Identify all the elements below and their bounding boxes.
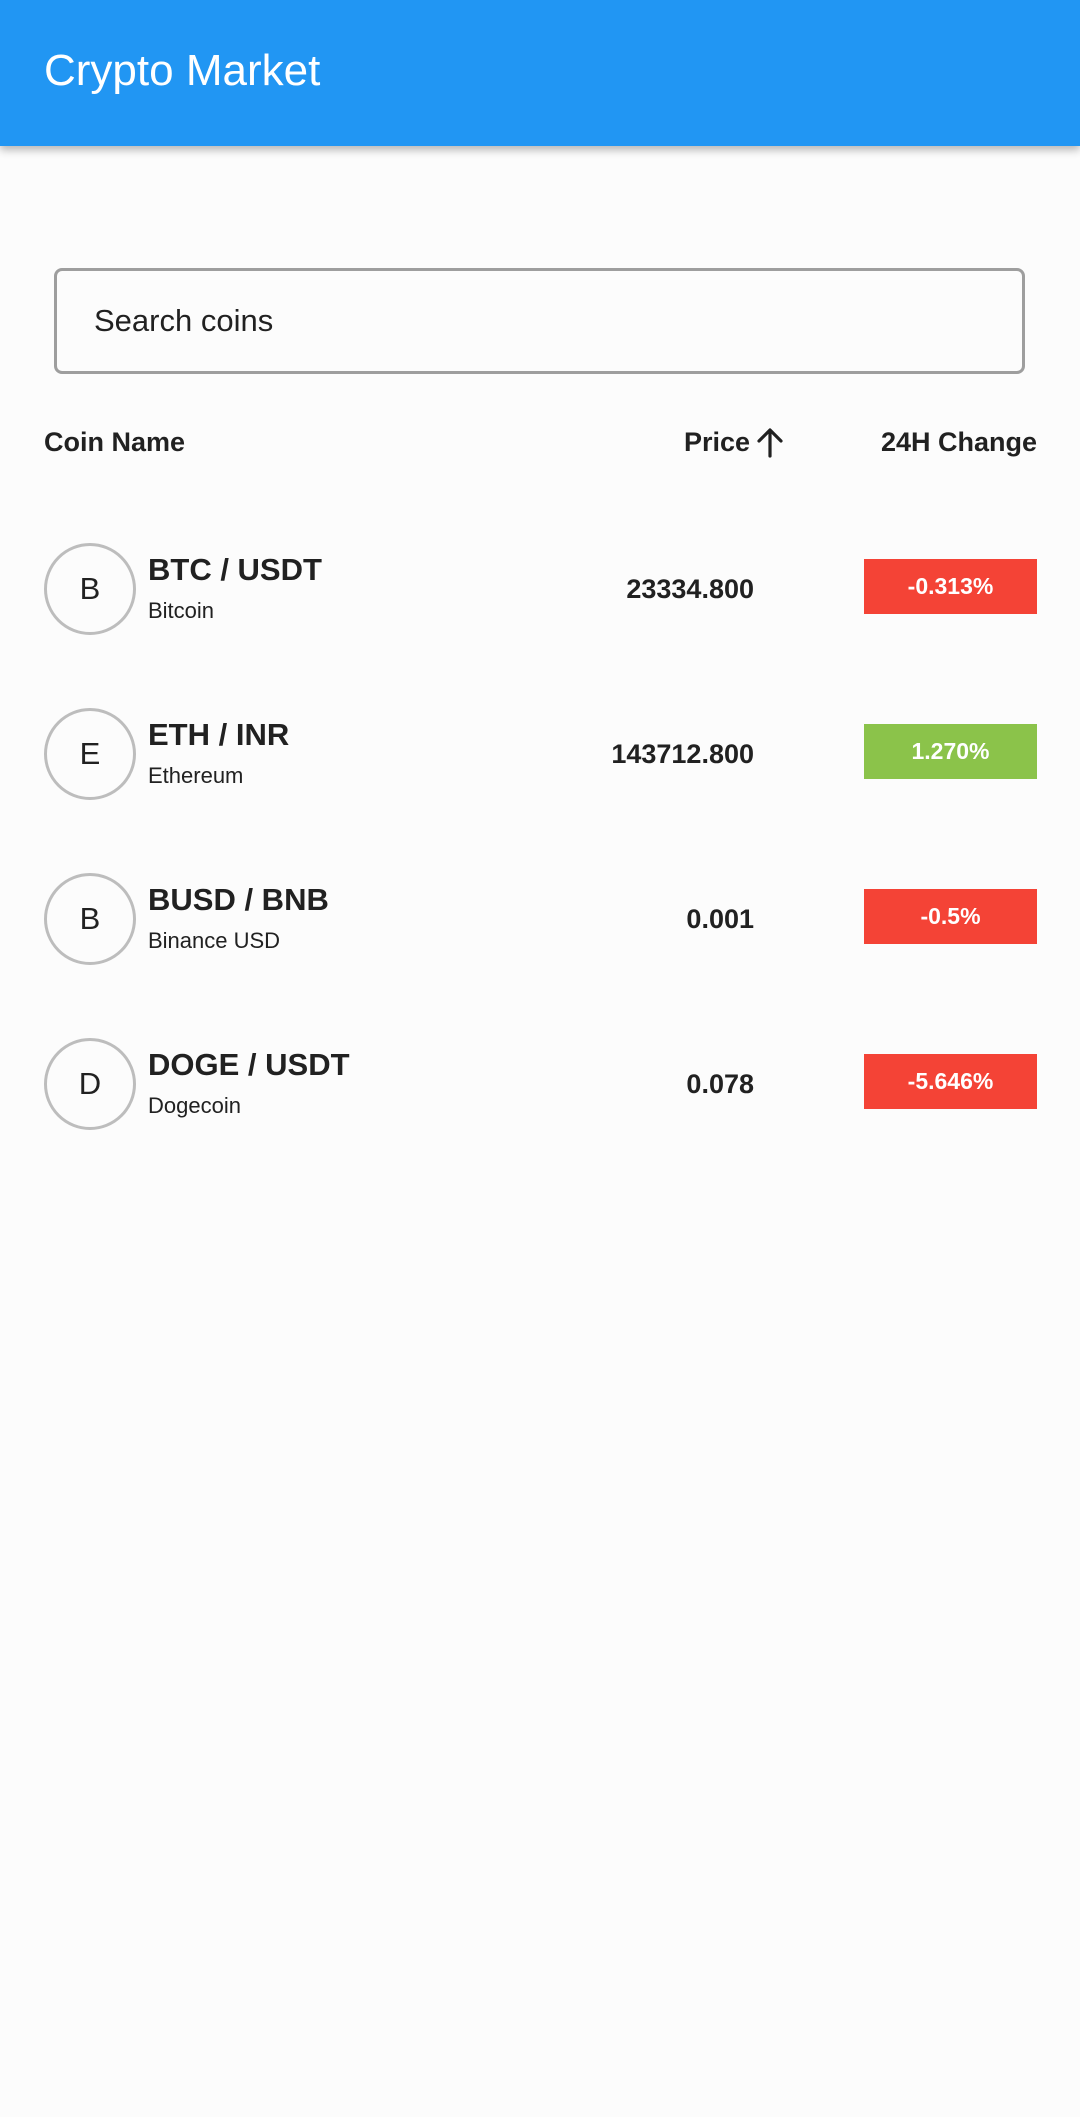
coin-name: Bitcoin bbox=[148, 598, 215, 623]
coin-avatar: E bbox=[44, 708, 136, 800]
coin-name: Binance USD bbox=[148, 928, 281, 953]
header-24h-change[interactable]: 24H Change bbox=[881, 422, 1037, 462]
coin-pair: ETH / INR bbox=[148, 717, 290, 752]
coin-avatar: D bbox=[44, 1038, 136, 1130]
search-input[interactable] bbox=[57, 271, 1022, 371]
coin-avatar: B bbox=[44, 873, 136, 965]
coin-name: Ethereum bbox=[148, 763, 244, 788]
header-coin-name[interactable]: Coin Name bbox=[44, 422, 185, 462]
change-badge: -0.5% bbox=[864, 889, 1037, 944]
coin-pair: BUSD / BNB bbox=[148, 882, 329, 917]
coin-name: Dogecoin bbox=[148, 1093, 241, 1118]
coin-price: 23334.800 bbox=[626, 574, 754, 604]
change-badge: -0.313% bbox=[864, 559, 1037, 614]
header-price-sort[interactable]: Price bbox=[684, 422, 784, 462]
coin-row[interactable]: E ETH / INR Ethereum 143712.800 1.270% bbox=[0, 708, 1080, 818]
coin-row[interactable]: B BUSD / BNB Binance USD 0.001 -0.5% bbox=[0, 873, 1080, 983]
change-badge: -5.646% bbox=[864, 1054, 1037, 1109]
header-price-label: Price bbox=[683, 427, 750, 457]
change-badge: 1.270% bbox=[864, 724, 1037, 779]
coin-price: 0.001 bbox=[686, 904, 754, 934]
search-box[interactable] bbox=[54, 268, 1025, 374]
coin-avatar: B bbox=[44, 543, 136, 635]
app-bar: Crypto Market bbox=[0, 0, 1080, 146]
coin-pair: BTC / USDT bbox=[148, 552, 322, 587]
coin-pair: DOGE / USDT bbox=[148, 1047, 350, 1082]
table-header: Coin Name Price 24H Change bbox=[0, 422, 1080, 462]
coin-row[interactable]: B BTC / USDT Bitcoin 23334.800 -0.313% bbox=[0, 543, 1080, 653]
app-title: Crypto Market bbox=[44, 46, 321, 95]
arrow-up-icon bbox=[757, 428, 783, 458]
coin-price: 0.078 bbox=[686, 1069, 754, 1099]
coin-row[interactable]: D DOGE / USDT Dogecoin 0.078 -5.646% bbox=[0, 1038, 1080, 1148]
coin-price: 143712.800 bbox=[611, 739, 754, 769]
